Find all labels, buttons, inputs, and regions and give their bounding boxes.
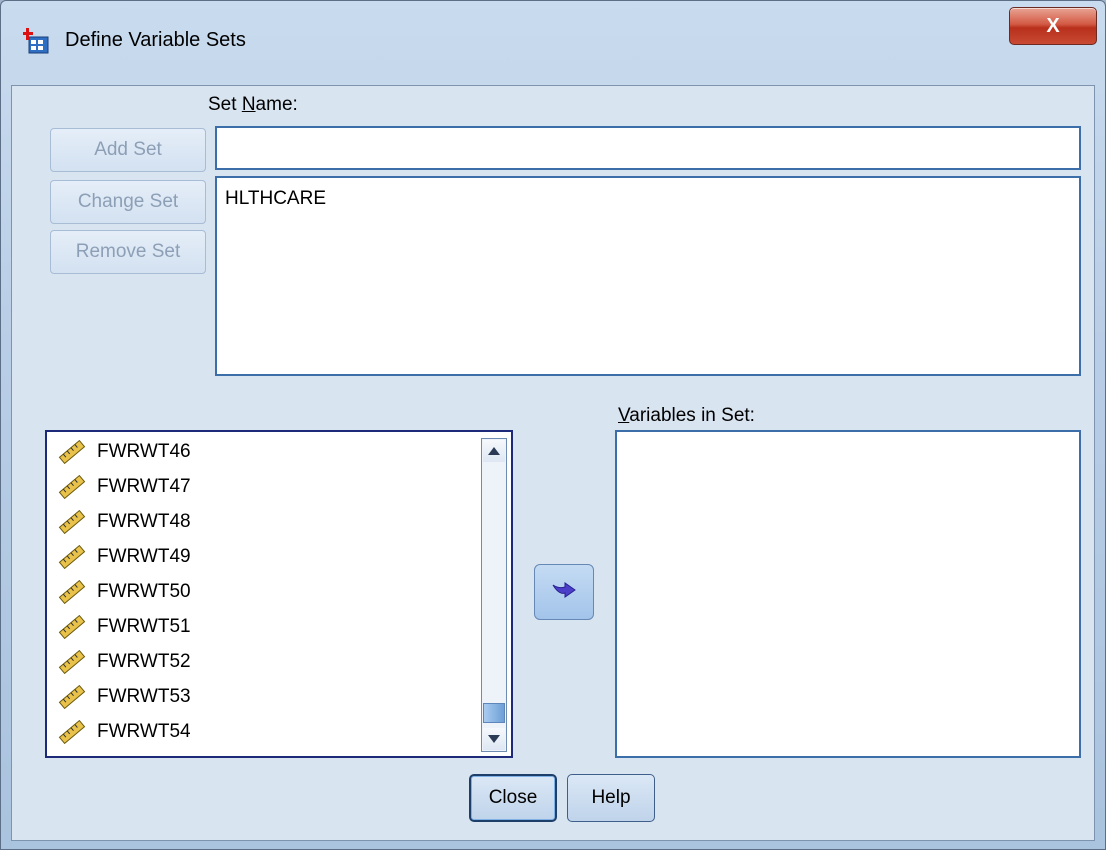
remove-set-button[interactable]: Remove Set (50, 230, 206, 274)
list-item[interactable]: FWRWT51 (57, 609, 191, 645)
list-item[interactable]: FWRWT53 (57, 679, 191, 715)
list-item[interactable]: FWRWT52 (57, 644, 191, 680)
variable-name: FWRWT48 (97, 511, 191, 532)
defined-sets-list[interactable]: HLTHCARE (215, 176, 1081, 376)
close-label: Close (488, 787, 538, 808)
set-name-label: Set Name: (208, 94, 298, 115)
ruler-scale-icon (58, 545, 86, 569)
variable-name: FWRWT51 (97, 616, 191, 637)
list-item[interactable]: FWRWT47 (57, 469, 191, 505)
dialog-body: Set Name: Add Set Change Set Remove Set … (11, 85, 1095, 841)
help-button[interactable]: Help (567, 774, 655, 822)
scroll-up-arrow-icon[interactable] (483, 440, 505, 462)
list-item[interactable]: FWRWT49 (57, 539, 191, 575)
ruler-scale-icon (58, 440, 86, 464)
variable-name: FWRWT53 (97, 686, 191, 707)
spss-dataset-icon (23, 28, 49, 54)
variable-name: FWRWT49 (97, 546, 191, 567)
list-item[interactable]: FWRWT48 (57, 504, 191, 540)
vertical-scrollbar[interactable] (481, 438, 507, 752)
window-close-button[interactable]: X (1009, 7, 1097, 45)
list-item[interactable]: HLTHCARE (225, 188, 326, 210)
variables-in-set-label: Variables in Set: (618, 405, 755, 426)
help-label: Help (591, 787, 631, 808)
title-bar: Define Variable Sets X (1, 1, 1105, 85)
variable-name: FWRWT50 (97, 581, 191, 602)
ruler-scale-icon (58, 580, 86, 604)
ruler-scale-icon (58, 615, 86, 639)
ruler-scale-icon (58, 475, 86, 499)
ruler-scale-icon (58, 650, 86, 674)
arrow-right-icon (552, 582, 576, 598)
ruler-scale-icon (58, 510, 86, 534)
add-set-button[interactable]: Add Set (50, 128, 206, 172)
variables-in-set-list[interactable] (615, 430, 1081, 758)
ruler-scale-icon (58, 720, 86, 744)
close-button[interactable]: Close (469, 774, 557, 822)
add-set-label: Add Set (94, 139, 162, 160)
set-name-input[interactable] (215, 126, 1081, 170)
change-set-button[interactable]: Change Set (50, 180, 206, 224)
variable-name: FWRWT47 (97, 476, 191, 497)
scroll-down-arrow-icon[interactable] (483, 728, 505, 750)
change-set-label: Change Set (77, 191, 179, 212)
variable-name: FWRWT54 (97, 721, 191, 742)
define-variable-sets-dialog: Define Variable Sets X Set Name: Add Set… (0, 0, 1106, 850)
variable-name: FWRWT46 (97, 441, 191, 462)
window-title: Define Variable Sets (65, 29, 246, 51)
list-item[interactable]: FWRWT50 (57, 574, 191, 610)
source-variable-list[interactable]: FWRWT46 FWRWT47 FWRWT48 FWRWT49 FWRWT50 … (45, 430, 513, 758)
variable-name: FWRWT52 (97, 651, 191, 672)
list-item[interactable]: FWRWT46 (57, 434, 191, 470)
ruler-scale-icon (58, 685, 86, 709)
scrollbar-thumb[interactable] (483, 703, 505, 723)
move-to-set-button[interactable] (534, 564, 594, 620)
remove-set-label: Remove Set (75, 241, 181, 262)
list-item[interactable]: FWRWT54 (57, 714, 191, 750)
